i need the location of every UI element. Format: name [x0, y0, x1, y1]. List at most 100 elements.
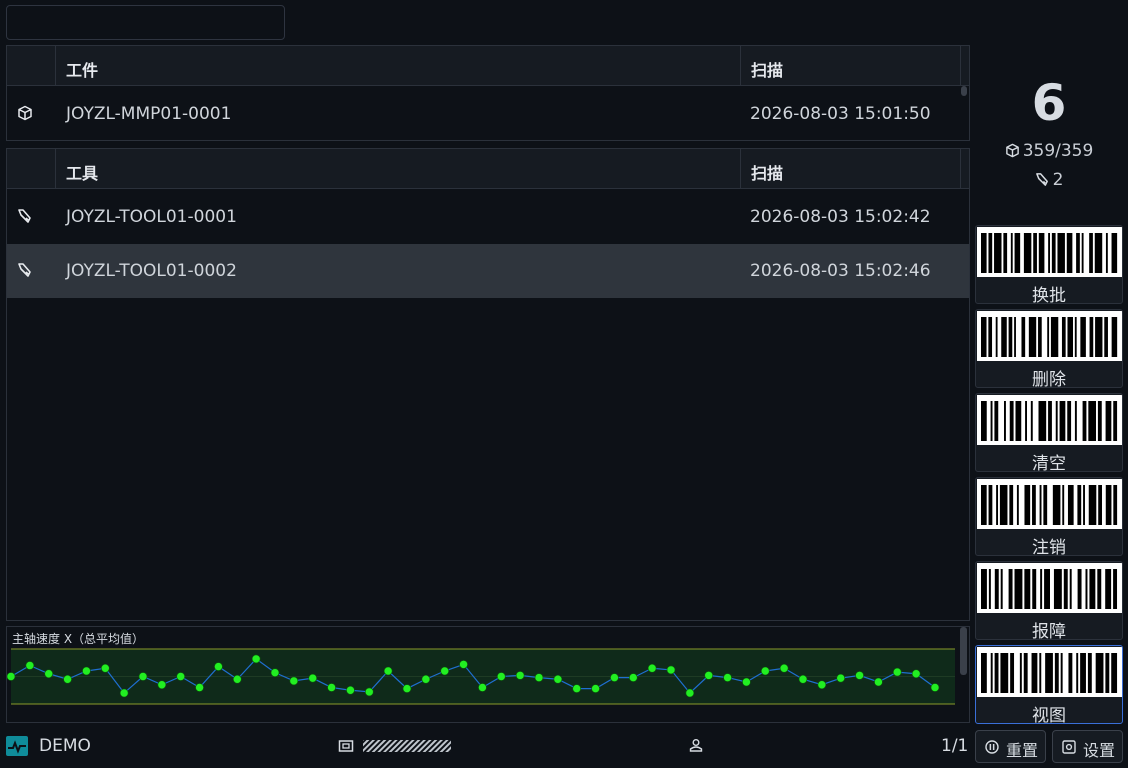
barcode-bar [1077, 485, 1082, 525]
barcode-bar [1113, 485, 1118, 525]
barcode-bar [1039, 653, 1042, 693]
reset-button[interactable]: 重置 [975, 730, 1047, 763]
barcode-bar [1032, 485, 1036, 525]
barcode-bar [1105, 569, 1112, 609]
settings-button[interactable]: 设置 [1052, 730, 1124, 763]
reset-label: 重置 [1006, 741, 1039, 760]
barcode-bar [1111, 653, 1118, 693]
barcode-bar [1016, 485, 1019, 525]
change-batch-button[interactable]: 换批 [975, 225, 1123, 304]
barcode-bar [1008, 569, 1013, 609]
button-label: 报障 [1032, 622, 1066, 640]
barcode-bar [996, 485, 999, 525]
data-point [478, 683, 487, 692]
barcode-bar [981, 485, 987, 525]
barcode-bar [1111, 233, 1118, 273]
data-point [63, 674, 72, 684]
barcode-bar [1076, 653, 1079, 693]
search-input[interactable] [6, 5, 285, 40]
data-point [930, 683, 940, 692]
scrollbar[interactable] [961, 86, 967, 96]
table-row[interactable]: JOYZL-MMP01-0001 2026-08-03 15:01:50 [7, 87, 969, 140]
barcode-bar [1067, 485, 1074, 525]
data-point [911, 669, 921, 679]
header-scan: 扫描 [751, 164, 784, 183]
user-icon[interactable] [689, 738, 703, 752]
scan-time: 2026-08-03 15:02:46 [750, 261, 931, 281]
barcode-bar [1057, 233, 1065, 273]
spindle-speed-chart: 主轴速度 X（总平均值） [6, 626, 970, 723]
barcode-bar [1105, 653, 1110, 693]
barcode-bar [1104, 317, 1108, 357]
table-row-selected[interactable]: JOYZL-TOOL01-0002 2026-08-03 15:02:46 [7, 244, 969, 298]
barcode-bar [1089, 569, 1096, 609]
logout-button[interactable]: 注销 [975, 477, 1123, 556]
barcode-bar [1069, 569, 1072, 609]
table-row[interactable]: JOYZL-TOOL01-0001 2026-08-03 15:02:42 [7, 190, 969, 244]
barcode-bar [994, 233, 1002, 273]
barcode-bar [1083, 485, 1085, 525]
barcode-bar [988, 485, 993, 525]
name-column-header[interactable]: 工件 [56, 46, 741, 86]
data-point [817, 680, 827, 690]
barcode-bar [981, 317, 987, 357]
barcode-bar [1009, 401, 1014, 441]
barcode-bar [1080, 317, 1086, 357]
tool-icon [18, 263, 31, 277]
delete-button[interactable]: 删除 [975, 309, 1123, 388]
data-point [346, 685, 355, 695]
tool-count-value: 2 [1052, 170, 1064, 190]
workpiece-table: 工件 扫描 JOYZL-MMP01-0001 2026-08-03 15:01:… [6, 45, 970, 141]
table-header: 工件 扫描 [7, 46, 969, 86]
button-label: 视图 [1032, 706, 1066, 724]
view-button[interactable]: 视图 [975, 645, 1123, 724]
tool-icon [18, 209, 31, 223]
barcode-bar [1010, 233, 1013, 273]
scan-column-header[interactable]: 扫描 [741, 46, 961, 86]
chart-scrollbar[interactable] [960, 627, 967, 675]
barcode-bar [1038, 233, 1045, 273]
data-point [591, 684, 600, 693]
barcode-bar [1047, 317, 1050, 357]
data-point [214, 662, 223, 671]
report-fault-button[interactable]: 报障 [975, 561, 1123, 640]
barcode-bar [1051, 233, 1056, 273]
barcode-bar [981, 233, 987, 273]
barcode-bar [988, 569, 991, 609]
barcode-bar [1052, 485, 1061, 525]
icon-column-header [7, 149, 56, 189]
data-point [157, 680, 167, 690]
barcode-bar [1113, 569, 1118, 609]
data-point [100, 663, 110, 673]
barcode-icon [977, 227, 1122, 277]
connection-status [338, 738, 452, 757]
barcode-bar [1081, 233, 1084, 273]
barcode-bar [1038, 401, 1047, 441]
barcode-bar [990, 401, 993, 441]
barcode-bar [1060, 653, 1063, 693]
name-column-header[interactable]: 工具 [56, 149, 741, 189]
barcode-bar [1082, 401, 1087, 441]
barcode-bar [1076, 233, 1080, 273]
app-name: DEMO [39, 736, 91, 756]
data-point [7, 672, 16, 681]
data-point [742, 677, 751, 687]
settings-label: 设置 [1083, 741, 1116, 760]
barcode-bar [1074, 317, 1077, 357]
barcode-bar [1095, 653, 1104, 693]
barcode-bar [1040, 569, 1043, 609]
data-point [119, 688, 129, 698]
barcode-icon [977, 311, 1122, 361]
clear-button[interactable]: 清空 [975, 393, 1123, 472]
barcode-bar [1061, 317, 1066, 357]
data-point [270, 668, 280, 677]
data-point [647, 663, 657, 673]
barcode-bar [1024, 485, 1031, 525]
workpiece-count-value: 359/359 [1022, 141, 1094, 161]
barcode-bar [1015, 401, 1022, 441]
data-point [666, 665, 676, 675]
scan-column-header[interactable]: 扫描 [741, 149, 961, 189]
page-indicator: 1/1 [941, 736, 969, 756]
header-tool: 工具 [66, 164, 99, 183]
barcode-bar [1077, 569, 1082, 609]
